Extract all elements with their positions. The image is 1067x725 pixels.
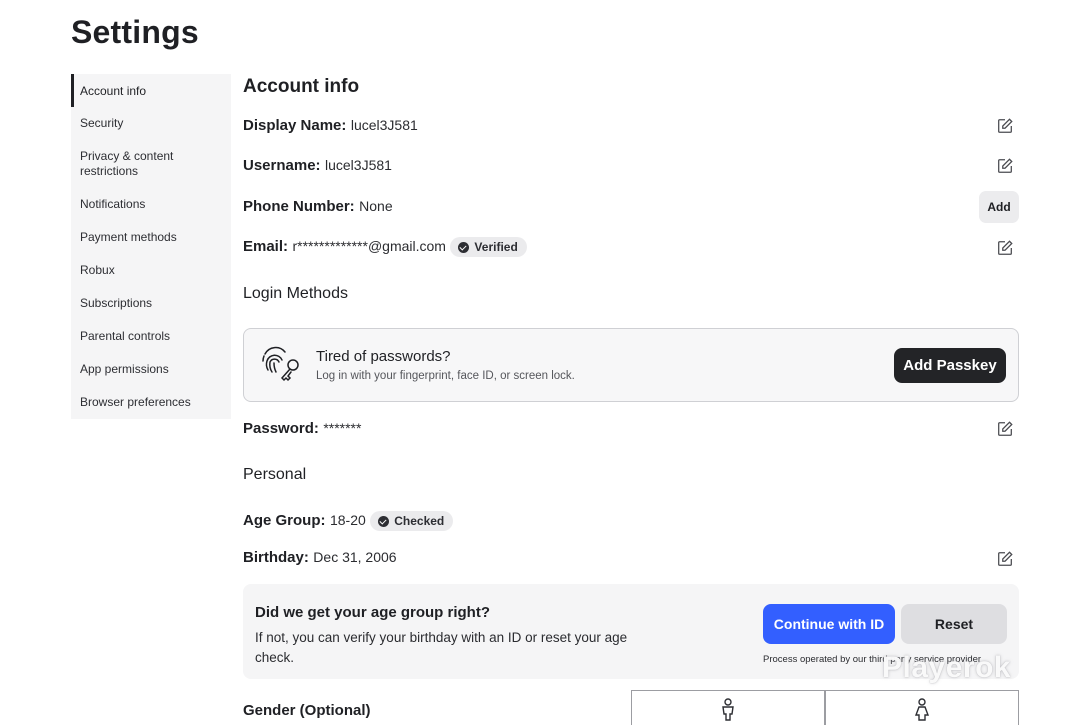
edit-icon	[998, 240, 1013, 255]
edit-icon	[998, 158, 1013, 173]
username-label: Username:	[243, 157, 321, 174]
age-check-title: Did we get your age group right?	[255, 604, 491, 621]
username-row: Username: lucel3J581	[243, 157, 392, 175]
display-name-row: Display Name: lucel3J581	[243, 117, 418, 135]
phone-value: None	[359, 198, 393, 214]
personal-heading: Personal	[243, 466, 307, 483]
badge-label: Verified	[474, 240, 518, 254]
password-row: Password: *******	[243, 420, 361, 438]
sidebar-item-label: Subscriptions	[80, 296, 153, 310]
edit-password-button[interactable]	[996, 420, 1014, 438]
sidebar-item-label: Security	[80, 116, 124, 130]
phone-row: Phone Number: None	[243, 198, 393, 216]
fingerprint-key-icon	[262, 346, 299, 382]
female-icon	[914, 698, 930, 721]
section-title: Account info	[243, 76, 360, 97]
gender-option-female[interactable]	[825, 690, 1019, 725]
email-row: Email: r*************@gmail.com Verified	[243, 237, 527, 257]
edit-username-button[interactable]	[996, 157, 1014, 175]
page-title: Settings	[71, 14, 199, 50]
edit-email-button[interactable]	[996, 239, 1014, 257]
age-group-row: Age Group: 18-20 Checked	[243, 511, 454, 531]
sidebar-item-payment-methods[interactable]: Payment methods	[71, 230, 231, 244]
edit-display-name-button[interactable]	[996, 117, 1014, 135]
sidebar-item-subscriptions[interactable]: Subscriptions	[71, 296, 231, 310]
male-icon	[722, 698, 734, 721]
sidebar-item-label: Parental controls	[80, 329, 171, 343]
sidebar-item-security[interactable]: Security	[71, 116, 231, 130]
passkey-title: Tired of passwords?	[316, 348, 451, 365]
sidebar-item-label: Payment methods	[80, 230, 177, 244]
email-label: Email:	[243, 238, 289, 256]
login-methods-heading: Login Methods	[243, 285, 348, 302]
gender-option-male[interactable]	[631, 690, 825, 725]
sidebar-item-robux[interactable]: Robux	[71, 263, 231, 277]
display-name-value: lucel3J581	[350, 117, 418, 133]
birthday-row: Birthday: Dec 31, 2006	[243, 549, 397, 567]
sidebar-item-label: Robux	[80, 263, 115, 277]
sidebar-item-label: Notifications	[80, 197, 146, 211]
age-group-label: Age Group:	[243, 512, 326, 530]
sidebar-item-account-info[interactable]: Account info	[71, 74, 231, 107]
edit-icon	[998, 118, 1013, 133]
username-value: lucel3J581	[325, 157, 392, 173]
birthday-value: Dec 31, 2006	[313, 549, 397, 565]
email-value: r*************@gmail.com	[292, 238, 446, 255]
display-name-label: Display Name:	[243, 117, 347, 134]
sidebar-item-parental-controls[interactable]: Parental controls	[71, 329, 231, 343]
sidebar-item-label: App permissions	[80, 362, 169, 376]
provider-note: Process operated by our third party serv…	[763, 654, 982, 665]
edit-icon	[998, 421, 1013, 436]
verified-badge: Verified	[450, 237, 527, 257]
edit-birthday-button[interactable]	[996, 550, 1014, 568]
age-check-body: If not, you can verify your birthday wit…	[255, 630, 628, 665]
continue-with-id-button[interactable]: Continue with ID	[763, 604, 895, 644]
add-passkey-button[interactable]: Add Passkey	[894, 348, 1006, 383]
sidebar-item-notifications[interactable]: Notifications	[71, 197, 231, 211]
password-label: Password:	[243, 420, 319, 437]
password-value: *******	[323, 420, 362, 436]
phone-label: Phone Number:	[243, 198, 355, 215]
sidebar-item-browser-preferences[interactable]: Browser preferences	[71, 395, 231, 409]
sidebar-item-label: Browser preferences	[80, 395, 191, 409]
reset-button[interactable]: Reset	[901, 604, 1007, 644]
account-info-panel: Account info Display Name: lucel3J581 Us…	[243, 0, 1019, 725]
age-group-value: 18-20	[329, 512, 366, 529]
gender-label: Gender (Optional)	[243, 702, 371, 719]
checked-badge: Checked	[370, 511, 454, 531]
passkey-card: Tired of passwords? Log in with your fin…	[243, 328, 1019, 402]
check-circle-icon	[458, 241, 470, 253]
add-phone-button[interactable]: Add	[979, 191, 1019, 223]
check-circle-icon	[378, 515, 390, 527]
sidebar-item-privacy[interactable]: Privacy & content restrictions	[71, 149, 201, 179]
badge-label: Checked	[394, 514, 445, 528]
age-check-card: Did we get your age group right? If not,…	[243, 584, 1019, 679]
birthday-label: Birthday:	[243, 549, 309, 566]
edit-icon	[998, 551, 1013, 566]
passkey-subtitle: Log in with your fingerprint, face ID, o…	[316, 370, 575, 382]
settings-sidebar: Account info Security Privacy & content …	[71, 74, 231, 419]
sidebar-item-app-permissions[interactable]: App permissions	[71, 362, 231, 376]
sidebar-item-label: Privacy & content restrictions	[80, 149, 174, 178]
sidebar-item-label: Account info	[80, 83, 147, 98]
